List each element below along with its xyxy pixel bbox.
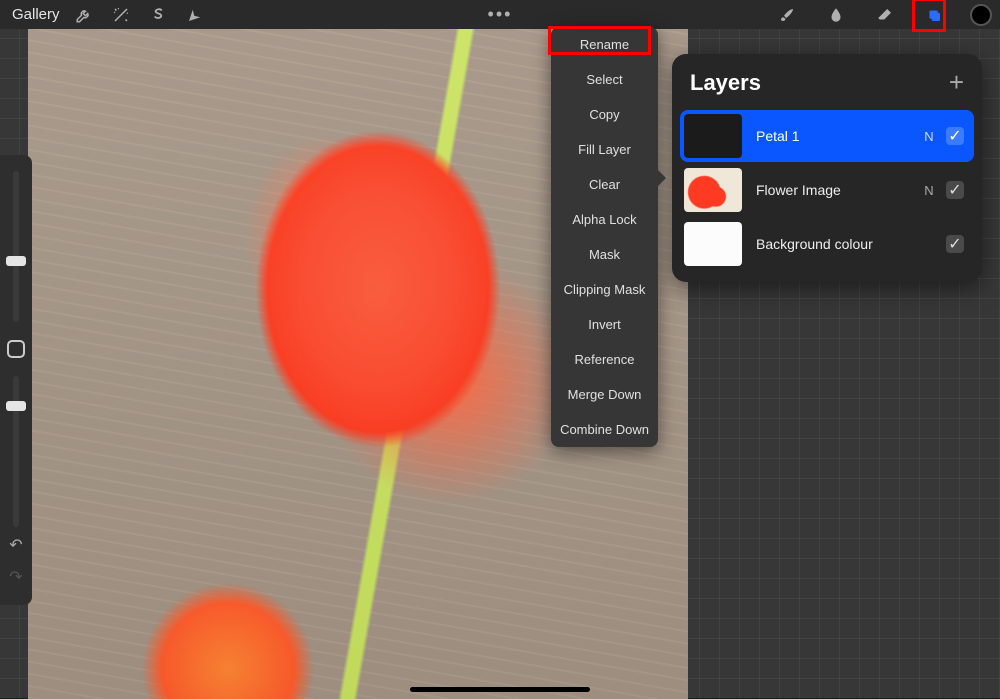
- layer-visibility-checkbox[interactable]: ✓: [946, 235, 964, 253]
- layers-panel-toggle[interactable]: [921, 2, 946, 27]
- ctx-alpha-lock[interactable]: Alpha Lock: [551, 202, 658, 237]
- layer-name-label: Flower Image: [742, 182, 920, 198]
- context-menu-pointer: [658, 170, 666, 186]
- ctx-reference[interactable]: Reference: [551, 342, 658, 377]
- smudge-tool-icon[interactable]: [823, 2, 848, 27]
- layer-context-menu: Rename Select Copy Fill Layer Clear Alph…: [551, 27, 658, 447]
- layer-blend-mode[interactable]: N: [920, 129, 938, 144]
- layer-name-label: Petal 1: [742, 128, 920, 144]
- add-layer-button[interactable]: +: [949, 75, 964, 91]
- left-sidebar: ↶ ↷: [0, 155, 32, 605]
- eraser-tool-icon[interactable]: [872, 2, 897, 27]
- brush-size-slider[interactable]: [13, 171, 19, 322]
- layers-panel-title: Layers: [690, 70, 761, 96]
- layer-row-petal-1[interactable]: Petal 1 N ✓: [680, 110, 974, 162]
- home-indicator: [410, 687, 590, 692]
- transform-arrow-icon[interactable]: [183, 2, 208, 27]
- layer-thumbnail: [684, 114, 742, 158]
- layer-blend-mode[interactable]: N: [920, 183, 938, 198]
- layer-row-background-colour[interactable]: Background colour ✓: [680, 218, 974, 270]
- layer-row-flower-image[interactable]: Flower Image N ✓: [680, 164, 974, 216]
- ctx-invert[interactable]: Invert: [551, 307, 658, 342]
- modify-menu-button[interactable]: •••: [488, 4, 513, 25]
- layer-visibility-checkbox[interactable]: ✓: [946, 181, 964, 199]
- ctx-mask[interactable]: Mask: [551, 237, 658, 272]
- brush-opacity-thumb[interactable]: [6, 401, 26, 411]
- brush-tool-icon[interactable]: [774, 2, 799, 27]
- ctx-clear[interactable]: Clear: [551, 167, 658, 202]
- layer-list: Petal 1 N ✓ Flower Image N ✓ Background …: [672, 110, 982, 282]
- ctx-select[interactable]: Select: [551, 62, 658, 97]
- top-toolbar: Gallery •••: [0, 0, 1000, 29]
- redo-button[interactable]: ↷: [9, 567, 22, 587]
- brush-opacity-slider[interactable]: [13, 376, 19, 527]
- active-color-swatch[interactable]: [970, 4, 992, 26]
- ctx-fill-layer[interactable]: Fill Layer: [551, 132, 658, 167]
- layer-thumbnail: [684, 168, 742, 212]
- ctx-combine-down[interactable]: Combine Down: [551, 412, 658, 447]
- ctx-rename[interactable]: Rename: [551, 27, 658, 62]
- modifier-button[interactable]: [7, 340, 25, 358]
- ctx-copy[interactable]: Copy: [551, 97, 658, 132]
- undo-button[interactable]: ↶: [9, 535, 22, 555]
- gallery-button[interactable]: Gallery: [12, 6, 60, 23]
- selection-s-icon[interactable]: [146, 2, 171, 27]
- layer-visibility-checkbox[interactable]: ✓: [946, 127, 964, 145]
- layer-name-label: Background colour: [742, 236, 920, 252]
- ctx-clipping-mask[interactable]: Clipping Mask: [551, 272, 658, 307]
- ctx-merge-down[interactable]: Merge Down: [551, 377, 658, 412]
- actions-wrench-icon[interactable]: [72, 2, 97, 27]
- layer-thumbnail: [684, 222, 742, 266]
- brush-size-thumb[interactable]: [6, 256, 26, 266]
- layers-panel: Layers + Petal 1 N ✓ Flower Image N ✓ Ba…: [672, 54, 982, 282]
- adjustments-wand-icon[interactable]: [109, 2, 134, 27]
